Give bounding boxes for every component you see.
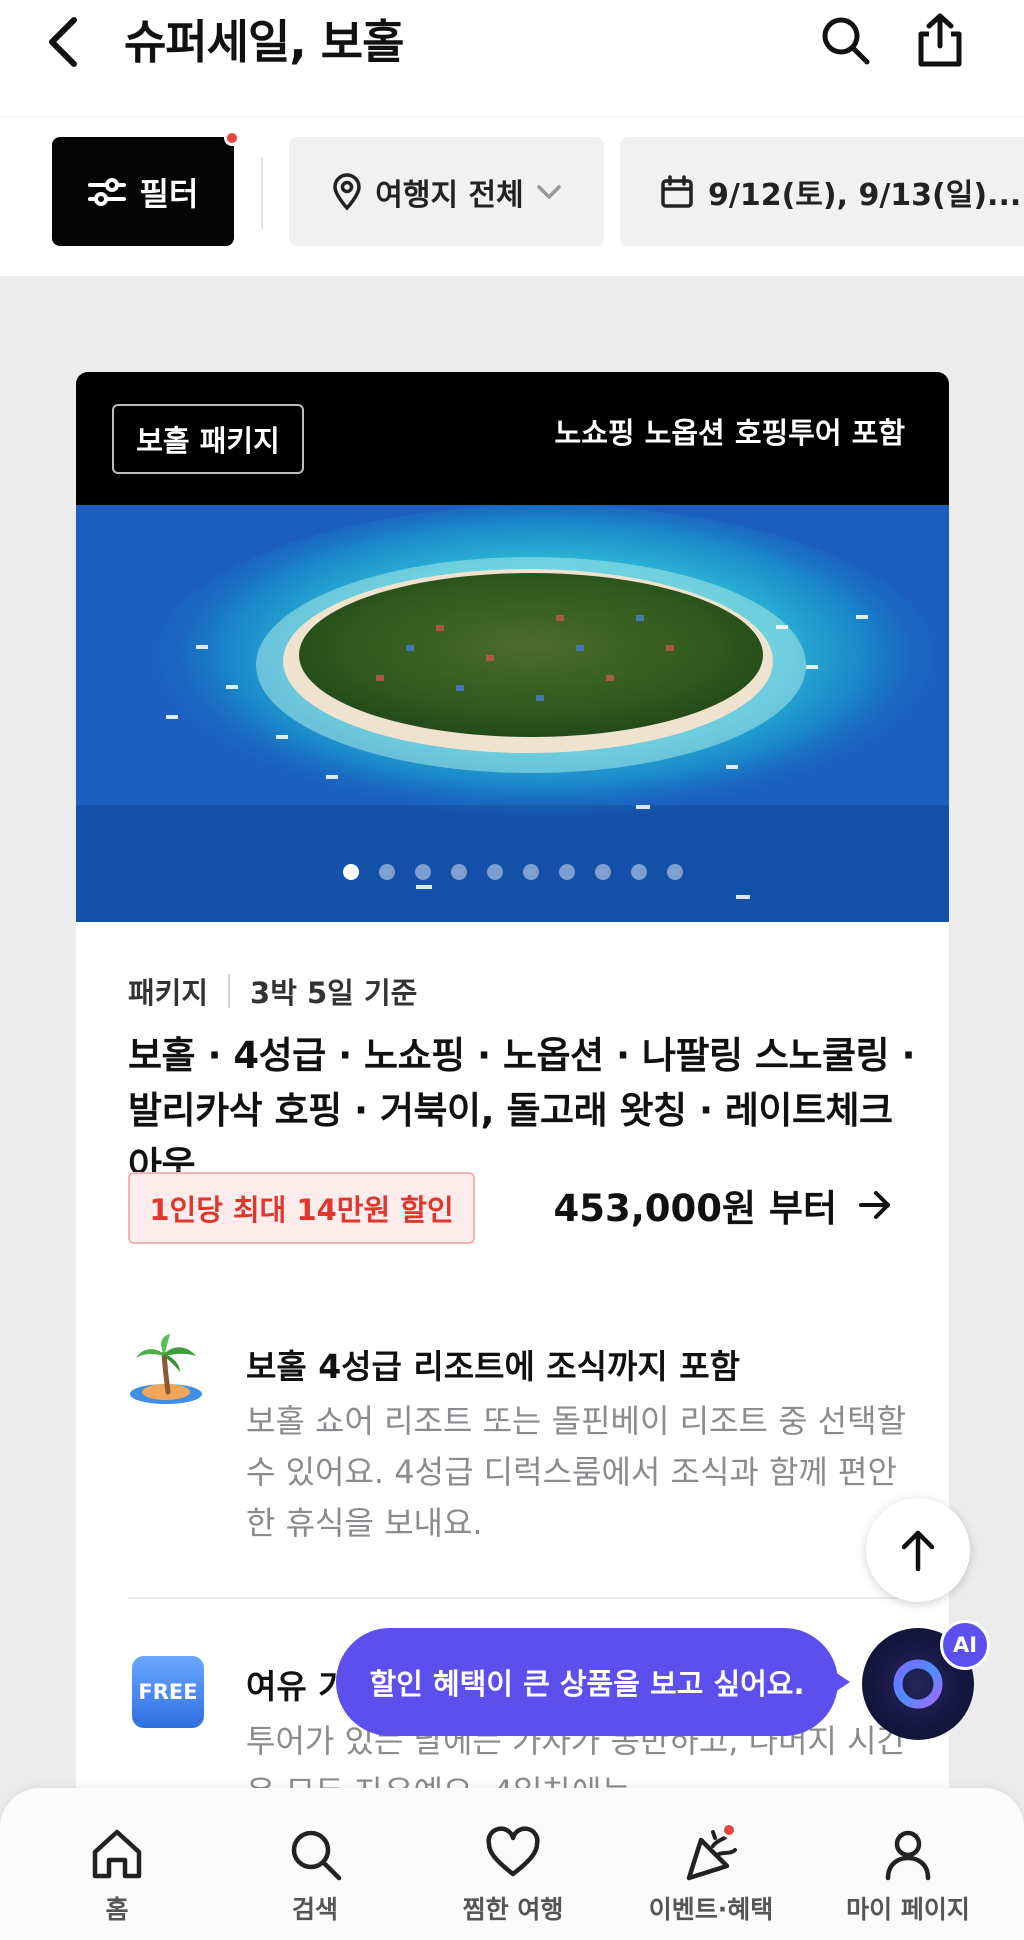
nav-label: 이벤트·혜택: [648, 1895, 774, 1924]
package-tag: 보홀 패키지: [112, 404, 304, 474]
scroll-to-top-button[interactable]: [866, 1498, 970, 1602]
arrow-right-icon: [859, 1191, 890, 1219]
discount-badge: 1인당 최대 14만원 할인: [128, 1172, 475, 1244]
island-aerial-image: [76, 505, 949, 922]
hero-image-carousel[interactable]: [76, 505, 949, 922]
filter-button[interactable]: 필터: [52, 137, 234, 246]
carousel-dot[interactable]: [594, 864, 611, 880]
share-icon: [918, 13, 962, 67]
nav-item-search[interactable]: 검색: [215, 1788, 415, 1940]
meta-divider: [228, 974, 231, 1008]
carousel-dot[interactable]: [666, 864, 683, 880]
arrow-up-icon: [901, 1530, 935, 1571]
filter-bar: 필터 여행지 전체 9/12(토), 9/13(일)... 출: [0, 116, 1024, 276]
ai-orb-icon: [893, 1659, 943, 1709]
date-selector[interactable]: 9/12(토), 9/13(일)... 출: [620, 137, 1024, 246]
location-pin-icon: [333, 172, 362, 211]
feature-item: 보홀 4성급 리조트에 조식까지 포함 보홀 쇼어 리조트 또는 돌핀베이 리조…: [128, 1332, 908, 1542]
filter-label: 필터: [139, 174, 199, 213]
nav-label: 홈: [105, 1895, 129, 1924]
divider: [261, 157, 263, 229]
notification-dot: [224, 130, 240, 146]
nav-label: 마이 페이지: [846, 1895, 970, 1924]
ai-prompt-bubble[interactable]: 할인 혜택이 큰 상품을 보고 싶어요.: [336, 1628, 838, 1736]
share-button[interactable]: [910, 10, 970, 70]
sliders-icon: [87, 177, 126, 206]
carousel-dot[interactable]: [522, 864, 539, 880]
package-highlight: 노쇼핑 노옵션 호핑투어 포함: [554, 416, 905, 450]
heart-icon: [483, 1824, 543, 1884]
chevron-left-icon: [49, 17, 77, 67]
search-icon: [822, 17, 870, 65]
calendar-icon: [661, 174, 693, 208]
carousel-dot[interactable]: [378, 864, 395, 880]
nav-label: 검색: [291, 1895, 338, 1924]
carousel-dot[interactable]: [558, 864, 575, 880]
search-button[interactable]: [815, 10, 875, 70]
free-badge-text: FREE: [138, 1680, 198, 1704]
free-badge-icon: FREE: [128, 1652, 208, 1732]
top-app-bar: 슈퍼세일, 보홀: [0, 0, 1024, 116]
bottom-navigation: 홈 검색 찜한 여행 이벤트·혜택 마이 페이지: [0, 1788, 1024, 1940]
divider: [128, 1597, 898, 1599]
feature-title: 여유 가: [246, 1667, 349, 1706]
product-meta: 패키지 3박 5일 기준: [128, 970, 417, 1012]
user-icon: [878, 1824, 938, 1884]
carousel-dot[interactable]: [342, 864, 359, 880]
nav-item-home[interactable]: 홈: [17, 1788, 217, 1940]
nav-item-events[interactable]: 이벤트·혜택: [611, 1788, 811, 1940]
duration-label: 3박 5일 기준: [250, 976, 418, 1010]
nav-item-wishlist[interactable]: 찜한 여행: [413, 1788, 613, 1940]
date-label: 9/12(토), 9/13(일)... 출: [708, 177, 1024, 213]
feature-description: 보홀 쇼어 리조트 또는 돌핀베이 리조트 중 선택할 수 있어요. 4성급 디…: [246, 1402, 907, 1542]
carousel-dot[interactable]: [630, 864, 647, 880]
price-label: 453,000원 부터: [553, 1187, 837, 1230]
nav-item-my-page[interactable]: 마이 페이지: [808, 1788, 1008, 1940]
party-popper-icon: [681, 1822, 741, 1884]
palm-island-icon: [128, 1332, 208, 1412]
back-button[interactable]: [44, 12, 104, 72]
category-label: 패키지: [128, 976, 209, 1010]
ai-badge: AI: [940, 1620, 990, 1670]
carousel-dot[interactable]: [486, 864, 503, 880]
card-header-strip: 보홀 패키지 노쇼핑 노옵션 호핑투어 포함: [76, 372, 949, 505]
carousel-dot[interactable]: [450, 864, 467, 880]
search-icon: [285, 1824, 345, 1884]
destination-dropdown[interactable]: 여행지 전체: [289, 137, 604, 246]
nav-label: 찜한 여행: [462, 1895, 564, 1924]
bubble-tail: [832, 1670, 850, 1694]
chevron-down-icon: [536, 184, 561, 199]
product-title: 보홀 · 4성급 · 노쇼핑 · 노옵션 · 나팔링 스노쿨링 · 발리카삭 호…: [128, 1034, 916, 1187]
carousel-indicator: [76, 864, 949, 880]
destination-label: 여행지 전체: [375, 177, 524, 213]
home-icon: [87, 1824, 147, 1884]
feature-title: 보홀 4성급 리조트에 조식까지 포함: [246, 1347, 740, 1386]
price-link[interactable]: 453,000원 부터: [553, 1178, 891, 1232]
carousel-dot[interactable]: [414, 864, 431, 880]
notification-dot: [721, 1822, 737, 1838]
page-title: 슈퍼세일, 보홀: [124, 15, 404, 69]
